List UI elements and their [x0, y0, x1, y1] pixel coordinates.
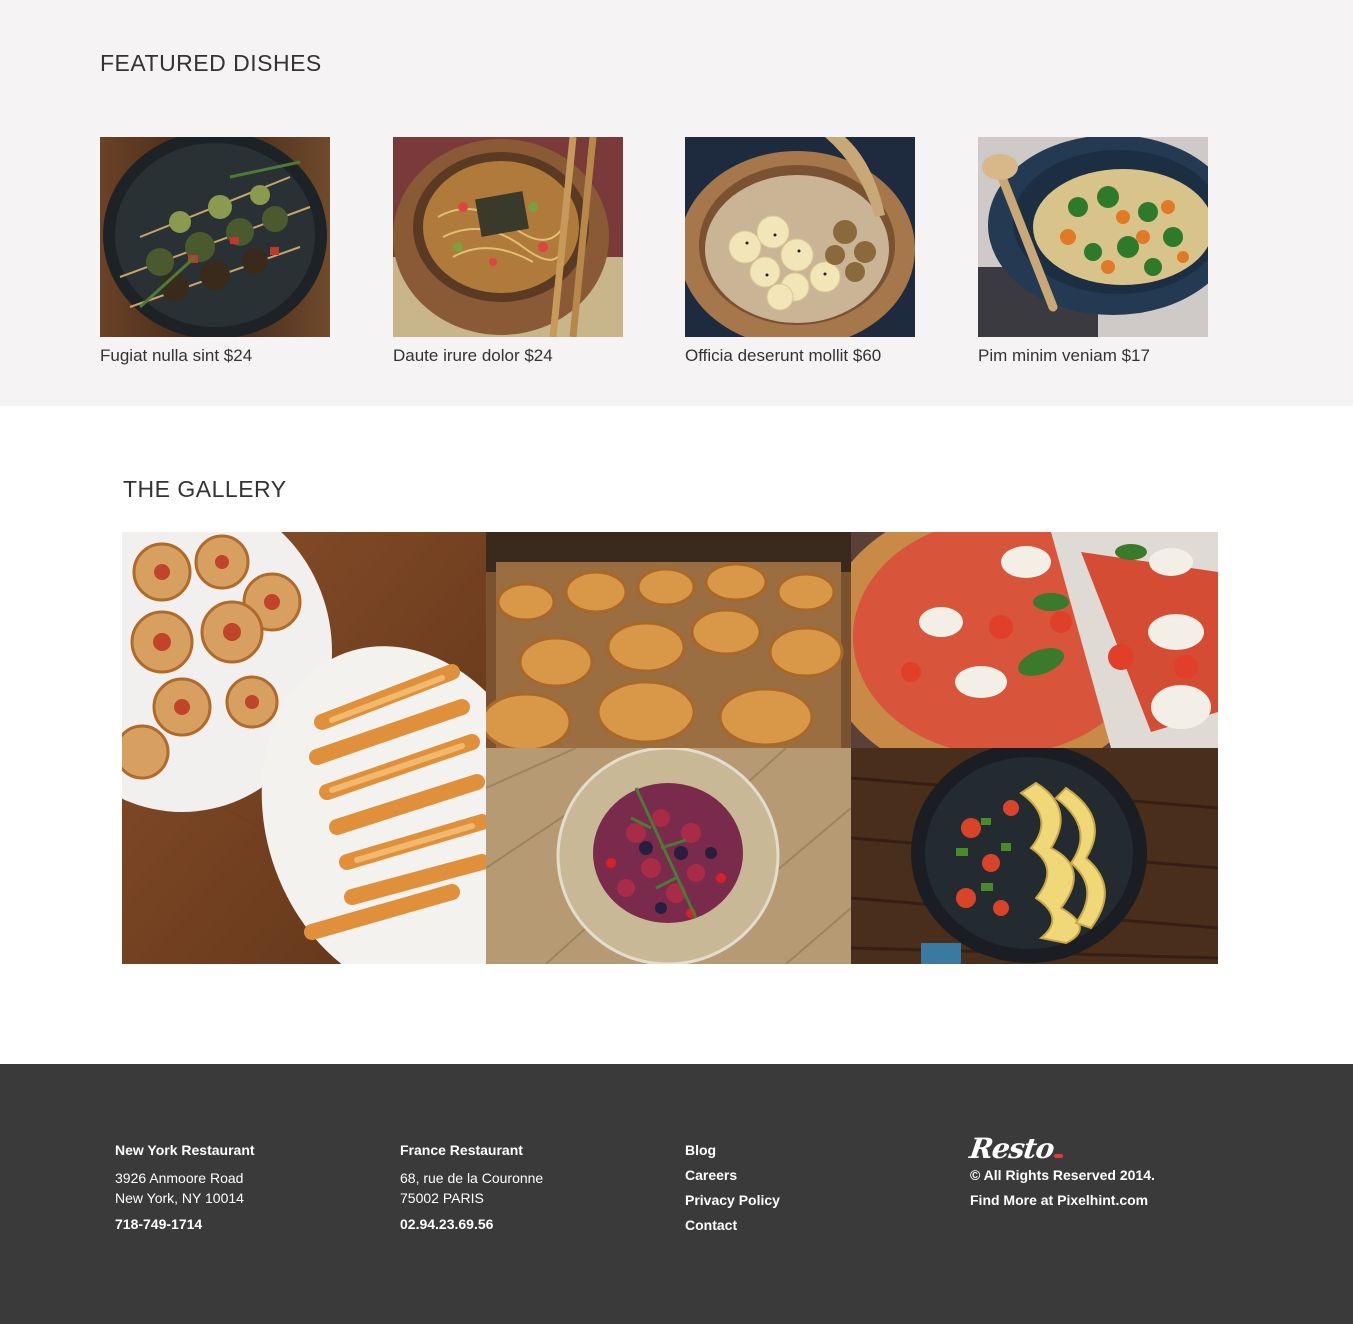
logo-text: Resto — [967, 1132, 1056, 1165]
footer-link-blog[interactable]: Blog — [685, 1138, 780, 1163]
logo-accent-dot — [1054, 1154, 1064, 1158]
gallery-image-pasta-pan[interactable] — [851, 748, 1218, 964]
dish-caption: Fugiat nulla sint $24 — [100, 346, 253, 365]
footer-link-contact[interactable]: Contact — [685, 1213, 780, 1238]
footer-link-careers[interactable]: Careers — [685, 1163, 780, 1188]
ny-phone: 718-749-1714 — [115, 1216, 203, 1232]
dish-card[interactable]: Pim minim veniam $17 — [978, 137, 1208, 366]
footer-ny-restaurant: New York Restaurant 3926 Anmoore Road Ne… — [115, 1142, 255, 1232]
footer-link-privacy-policy[interactable]: Privacy Policy — [685, 1188, 780, 1213]
gallery-grid — [122, 532, 1218, 964]
gallery-image-croissants-tray[interactable] — [486, 532, 851, 748]
brand-logo[interactable]: Resto — [967, 1132, 1155, 1165]
fr-phone: 02.94.23.69.56 — [400, 1216, 494, 1232]
dish-caption: Officia deserunt mollit $60 — [685, 346, 882, 365]
fr-address-line1: 68, rue de la Couronne — [400, 1170, 544, 1186]
ny-title: New York Restaurant — [115, 1142, 255, 1158]
dish-image-vegetable-pan[interactable] — [978, 137, 1208, 337]
dish-card[interactable]: Daute irure dolor $24 — [393, 137, 623, 366]
dish-caption: Daute irure dolor $24 — [393, 346, 553, 365]
ny-address-line2: New York, NY 10014 — [115, 1190, 244, 1206]
copyright-text: © All Rights Reserved 2014. — [970, 1167, 1155, 1183]
featured-dishes-section: FEATURED DISHES Fugiat nulla sint $24 Da… — [0, 0, 1353, 406]
dish-image-grilled-skewers[interactable] — [100, 137, 330, 337]
footer: New York Restaurant 3926 Anmoore Road Ne… — [0, 1064, 1353, 1324]
gallery-title: THE GALLERY — [123, 476, 287, 502]
ny-address-line1: 3926 Anmoore Road — [115, 1170, 244, 1186]
featured-title: FEATURED DISHES — [100, 50, 322, 76]
dish-card[interactable]: Fugiat nulla sint $24 — [100, 137, 330, 366]
dish-image-banana-oat-bowl[interactable] — [685, 137, 915, 337]
dish-image-noodle-bowl[interactable] — [393, 137, 623, 337]
fr-address-line2: 75002 PARIS — [400, 1190, 484, 1206]
footer-france-restaurant: France Restaurant 68, rue de la Couronne… — [400, 1142, 543, 1232]
footer-brand: Resto © All Rights Reserved 2014. Find M… — [967, 1132, 1155, 1213]
footer-links: Blog Careers Privacy Policy Contact — [685, 1142, 780, 1238]
find-more-text[interactable]: Find More at Pixelhint.com — [970, 1188, 1155, 1213]
gallery-section: THE GALLERY — [0, 406, 1353, 1064]
dish-caption: Pim minim veniam $17 — [978, 346, 1150, 365]
fr-title: France Restaurant — [400, 1142, 523, 1158]
gallery-image-pizza-slices[interactable] — [851, 532, 1218, 748]
dish-card[interactable]: Officia deserunt mollit $60 — [685, 137, 915, 366]
gallery-image-pastry-platter[interactable] — [122, 532, 486, 964]
gallery-image-berry-bowl[interactable] — [486, 748, 851, 964]
